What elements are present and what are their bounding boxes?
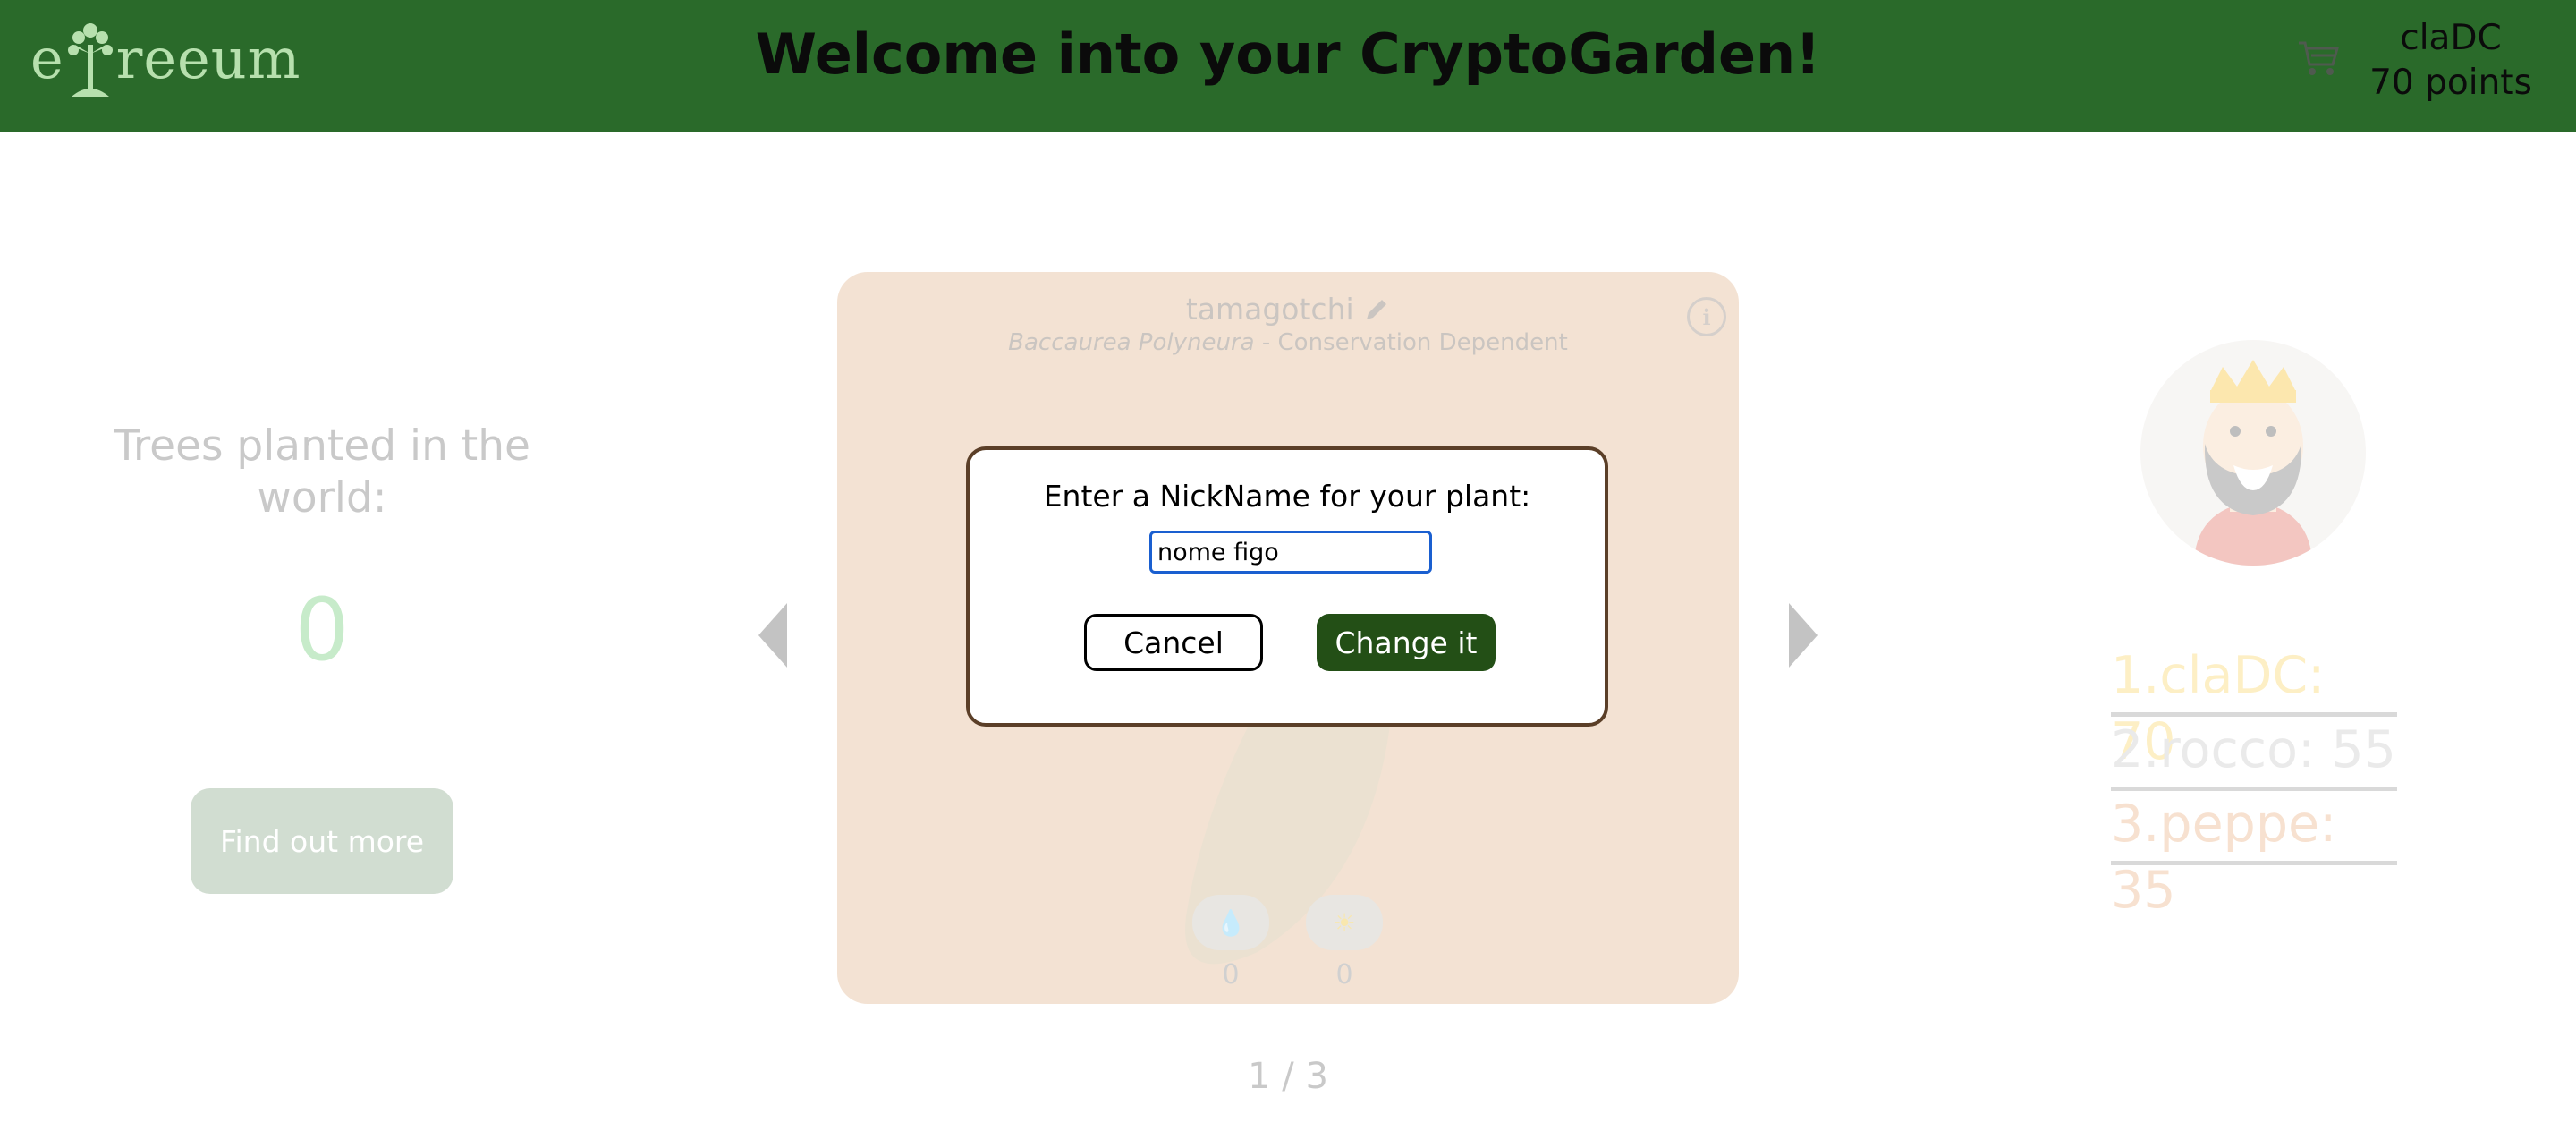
plant-nickname: tamagotchi: [1185, 292, 1354, 327]
dialog-title: Enter a NickName for your plant:: [1043, 479, 1531, 514]
plant-species: Baccaurea Polyneura - Conservation Depen…: [837, 329, 1739, 356]
sun-count: 0: [1335, 959, 1353, 991]
user-info[interactable]: claDC 70 points: [2352, 16, 2549, 106]
leaderboard-row: 2.rocco: 55: [2111, 717, 2397, 791]
plant-conservation-status: - Conservation Dependent: [1254, 329, 1568, 356]
nickname-input[interactable]: [1149, 531, 1432, 574]
water-count: 0: [1222, 959, 1240, 991]
previous-arrow-icon[interactable]: [757, 601, 789, 669]
change-it-button[interactable]: Change it: [1317, 614, 1496, 671]
leaderboard-row: 1.claDC: 70: [2111, 642, 2397, 771]
trees-planted-count: 0: [294, 580, 350, 680]
page-title: Welcome into your CryptoGarden!: [755, 21, 1821, 87]
info-icon[interactable]: i: [1687, 297, 1726, 336]
king-icon: [2194, 360, 2312, 566]
next-arrow-icon[interactable]: [1787, 601, 1819, 669]
pencil-icon[interactable]: [1363, 296, 1390, 323]
find-out-more-button[interactable]: Find out more: [191, 788, 453, 894]
cancel-button[interactable]: Cancel: [1084, 614, 1263, 671]
sun-icon: ☀: [1333, 907, 1356, 938]
page-indicator: 1 / 3: [1248, 1056, 1328, 1097]
leaderboard-row: 3.peppe: 35: [2111, 791, 2397, 920]
sun-button[interactable]: ☀: [1306, 895, 1383, 950]
plant-species-name: Baccaurea Polyneura: [1008, 329, 1255, 356]
nickname-dialog: Enter a NickName for your plant: Cancel …: [966, 446, 1608, 727]
plant-name: tamagotchi: [837, 292, 1739, 327]
user-points: 70 points: [2369, 63, 2532, 103]
username: claDC: [2400, 18, 2502, 58]
water-drop-icon: 💧: [1215, 907, 1247, 938]
top-bar: e reeum Welcome into your CryptoGarden! …: [0, 0, 2576, 132]
trees-planted-label: Trees planted in the world:: [114, 421, 530, 523]
water-button[interactable]: 💧: [1192, 895, 1269, 950]
cart-icon[interactable]: [2297, 39, 2340, 79]
king-avatar: [2140, 340, 2366, 566]
leaderboard: 1.claDC: 70 2.rocco: 55 3.peppe: 35: [2111, 642, 2397, 920]
trees-stat-panel: Trees planted in the world: 0: [98, 421, 546, 680]
